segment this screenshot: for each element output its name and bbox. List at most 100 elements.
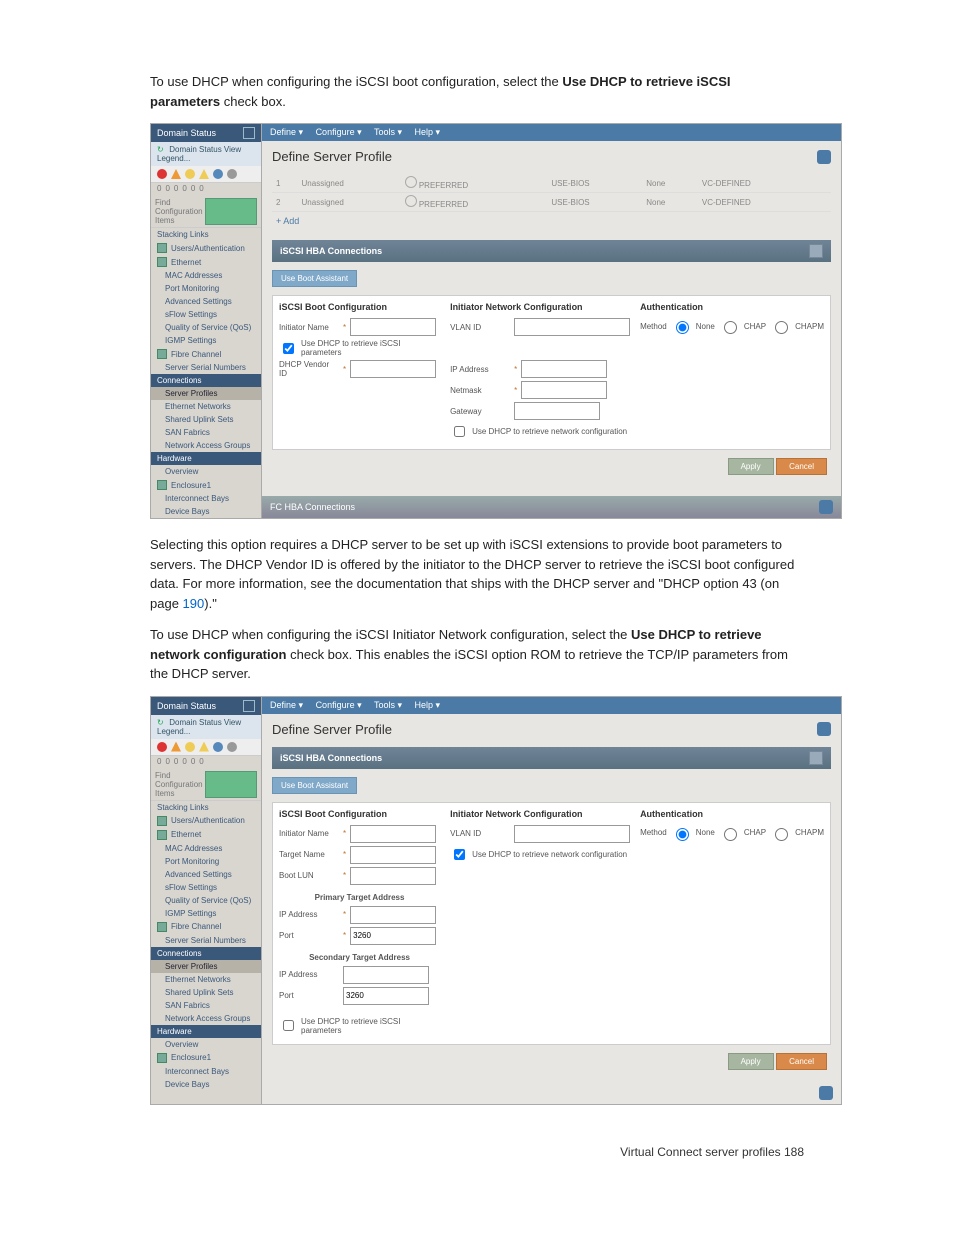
sidebar-item[interactable]: Advanced Settings [151, 868, 261, 881]
sidebar-item-stacking[interactable]: Stacking Links [151, 228, 261, 241]
sidebar-item-ethernet[interactable]: Ethernet [151, 255, 261, 269]
sidebar-item-enclosure[interactable]: Enclosure1 [151, 478, 261, 492]
initiator-name-input[interactable] [350, 318, 436, 336]
resize-icon[interactable] [819, 500, 833, 514]
sidebar-item[interactable]: Shared Uplink Sets [151, 986, 261, 999]
sidebar-item[interactable]: Advanced Settings [151, 295, 261, 308]
vlan-input[interactable] [514, 318, 630, 336]
sidebar-item[interactable]: SAN Fabrics [151, 999, 261, 1012]
sidebar-item-server-profiles[interactable]: Server Profiles [151, 387, 261, 400]
auth-chap-radio[interactable] [724, 321, 737, 334]
sidebar-item[interactable]: MAC Addresses [151, 269, 261, 282]
secondary-ip-input[interactable] [343, 966, 429, 984]
sidebar-item[interactable]: Device Bays [151, 505, 261, 518]
cancel-button[interactable]: Cancel [776, 1053, 827, 1070]
status-info-icon [213, 742, 223, 752]
boot-assistant-button[interactable]: Use Boot Assistant [272, 777, 357, 794]
legend-row[interactable]: ↻ Domain Status View Legend... [151, 715, 261, 739]
auth-chap-radio[interactable] [724, 828, 737, 841]
sidebar-item[interactable]: Overview [151, 1038, 261, 1051]
sidebar-item[interactable]: Shared Uplink Sets [151, 413, 261, 426]
menu-configure[interactable]: Configure ▾ [316, 127, 362, 137]
table-row[interactable]: 1 Unassigned PREFERRED USE-BIOS None VC-… [272, 174, 831, 193]
sidebar-item[interactable]: Port Monitoring [151, 282, 261, 295]
sidebar-item[interactable]: Interconnect Bays [151, 492, 261, 505]
find-config-row[interactable]: Find Configuration Items [151, 769, 261, 801]
auth-none-radio[interactable] [676, 828, 689, 841]
sidebar-item[interactable]: Interconnect Bays [151, 1065, 261, 1078]
find-go-button[interactable] [205, 198, 257, 225]
primary-port-input[interactable] [350, 927, 436, 945]
apply-button[interactable]: Apply [728, 458, 774, 475]
secondary-port-input[interactable] [343, 987, 429, 1005]
menu-tools[interactable]: Tools ▾ [374, 127, 402, 137]
find-config-row[interactable]: Find Configuration Items [151, 196, 261, 228]
menu-tools[interactable]: Tools ▾ [374, 700, 402, 710]
dhcp-iscsi-checkbox[interactable] [283, 343, 294, 354]
dhcp-iscsi-checkbox[interactable] [283, 1020, 294, 1031]
sidebar-item[interactable]: sFlow Settings [151, 308, 261, 321]
vlan-input[interactable] [514, 825, 630, 843]
dhcp-net-checkbox[interactable] [454, 849, 465, 860]
help-icon[interactable] [817, 150, 831, 164]
sidebar-item[interactable]: Quality of Service (QoS) [151, 321, 261, 334]
sidebar-item-fibre[interactable]: Fibre Channel [151, 920, 261, 934]
sidebar-item[interactable]: MAC Addresses [151, 842, 261, 855]
collapse-icon[interactable] [809, 751, 823, 765]
auth-none-radio[interactable] [676, 321, 689, 334]
apply-button[interactable]: Apply [728, 1053, 774, 1070]
sidebar-item[interactable]: Network Access Groups [151, 439, 261, 452]
collapse-icon[interactable] [243, 700, 255, 712]
find-go-button[interactable] [205, 771, 257, 798]
sidebar-item[interactable]: sFlow Settings [151, 881, 261, 894]
sidebar-item-ethernet[interactable]: Ethernet [151, 828, 261, 842]
menu-help[interactable]: Help ▾ [415, 700, 441, 710]
sidebar-item-enclosure[interactable]: Enclosure1 [151, 1051, 261, 1065]
menu-define[interactable]: Define ▾ [270, 127, 303, 137]
collapse-icon[interactable] [809, 244, 823, 258]
menu-configure[interactable]: Configure ▾ [316, 700, 362, 710]
sidebar-item[interactable]: Quality of Service (QoS) [151, 894, 261, 907]
status-caution-icon [199, 742, 209, 752]
sidebar-item[interactable]: Server Serial Numbers [151, 934, 261, 947]
cancel-button[interactable]: Cancel [776, 458, 827, 475]
sidebar-item-server-profiles[interactable]: Server Profiles [151, 960, 261, 973]
sidebar-item-fibre[interactable]: Fibre Channel [151, 347, 261, 361]
menu-define[interactable]: Define ▾ [270, 700, 303, 710]
collapse-icon[interactable] [243, 127, 255, 139]
sidebar-item[interactable]: Network Access Groups [151, 1012, 261, 1025]
boot-lun-input[interactable] [350, 867, 436, 885]
add-connection-link[interactable]: + Add [272, 212, 831, 230]
sidebar-item[interactable]: Device Bays [151, 1078, 261, 1091]
help-icon[interactable] [817, 722, 831, 736]
sidebar-item[interactable]: Server Serial Numbers [151, 361, 261, 374]
sidebar-item-users[interactable]: Users/Authentication [151, 814, 261, 828]
sidebar-item[interactable]: Ethernet Networks [151, 400, 261, 413]
sidebar-item[interactable]: Ethernet Networks [151, 973, 261, 986]
gateway-input[interactable] [514, 402, 600, 420]
auth-chapm-radio[interactable] [775, 321, 788, 334]
menu-help[interactable]: Help ▾ [415, 127, 441, 137]
boot-assistant-button[interactable]: Use Boot Assistant [272, 270, 357, 287]
sidebar-item[interactable]: SAN Fabrics [151, 426, 261, 439]
auth-chapm-radio[interactable] [775, 828, 788, 841]
target-name-input[interactable] [350, 846, 436, 864]
sidebar-item[interactable]: IGMP Settings [151, 334, 261, 347]
sidebar-item[interactable]: Overview [151, 465, 261, 478]
table-row[interactable]: 2 Unassigned PREFERRED USE-BIOS None VC-… [272, 193, 831, 212]
domain-status-header: Domain Status [151, 697, 261, 715]
dhcp-vendor-input[interactable] [350, 360, 436, 378]
page-link-190[interactable]: 190 [183, 596, 205, 611]
netmask-input[interactable] [521, 381, 607, 399]
initiator-name-input[interactable] [350, 825, 436, 843]
legend-row[interactable]: ↻ Domain Status View Legend... [151, 142, 261, 166]
sidebar-item[interactable]: IGMP Settings [151, 907, 261, 920]
sidebar-item[interactable]: Port Monitoring [151, 855, 261, 868]
sidebar-item-users[interactable]: Users/Authentication [151, 241, 261, 255]
ip-input[interactable] [521, 360, 607, 378]
boot-config-col: iSCSI Boot Configuration Initiator Name*… [279, 302, 440, 443]
sidebar-item-stacking[interactable]: Stacking Links [151, 801, 261, 814]
primary-ip-input[interactable] [350, 906, 436, 924]
resize-icon[interactable] [819, 1086, 833, 1100]
dhcp-net-checkbox[interactable] [454, 426, 465, 437]
